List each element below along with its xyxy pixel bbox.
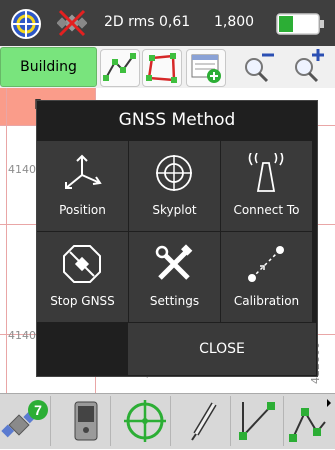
target-icon[interactable] — [10, 8, 42, 40]
option-label: Settings — [149, 294, 200, 308]
zoom-in-button[interactable] — [290, 49, 328, 85]
polyline-button[interactable] — [100, 49, 140, 87]
zoom-in-icon — [295, 49, 324, 83]
polygon-icon — [146, 53, 177, 83]
target-point-icon — [124, 400, 166, 442]
calibration-icon — [248, 246, 284, 282]
option-label: Position — [59, 203, 106, 217]
option-label: Calibration — [233, 294, 300, 308]
layer-button[interactable]: Building — [0, 47, 97, 87]
option-label: Connect To — [233, 203, 300, 217]
value-text: 1,800 — [214, 14, 255, 30]
line-point-icon — [239, 402, 275, 440]
skyplot-icon — [156, 155, 192, 191]
settings-tools-icon — [155, 244, 193, 280]
zoom-out-icon — [245, 53, 274, 83]
status-bar: 2D rms 0,61 1,800 — [0, 0, 335, 46]
option-stop-gnss[interactable]: Stop GNSS — [37, 232, 128, 322]
total-station-icon — [74, 401, 98, 441]
position-axes-icon — [65, 154, 102, 189]
bottom-toolbar: 7 — [0, 393, 335, 449]
option-connect-to[interactable]: Connect To — [221, 141, 312, 231]
antenna-icon — [248, 153, 284, 192]
option-label: Stop GNSS — [50, 294, 115, 308]
satellite-count-badge: 7 — [34, 402, 42, 418]
satellite-icon: 7 — [1, 400, 48, 438]
option-settings[interactable]: Settings — [129, 232, 220, 322]
satellite-button[interactable]: 7 — [0, 396, 51, 446]
polyline-icon — [103, 53, 136, 81]
target-point-button[interactable] — [120, 396, 171, 446]
map-coord-label: 4140 — [8, 329, 36, 342]
polygon-button[interactable] — [142, 49, 182, 87]
grid-line — [6, 88, 7, 393]
polyline-point-button[interactable] — [285, 396, 335, 446]
pen-icon — [191, 402, 217, 441]
zoom-out-button[interactable] — [240, 49, 278, 85]
option-position[interactable]: Position — [37, 141, 128, 231]
gnss-method-dialog: GNSS Method Position Skyplot Connect To … — [36, 100, 318, 377]
stop-gnss-icon — [63, 245, 101, 283]
add-layer-icon — [191, 54, 221, 83]
toolbar: Building — [0, 46, 335, 89]
option-skyplot[interactable]: Skyplot — [129, 141, 220, 231]
option-calibration[interactable]: Calibration — [221, 232, 312, 322]
no-satellite-icon[interactable] — [57, 8, 87, 38]
line-point-button[interactable] — [233, 396, 284, 446]
battery-icon — [276, 13, 324, 35]
polyline-point-icon — [289, 399, 331, 442]
map-coord-label: 4140 — [8, 163, 36, 176]
total-station-button[interactable] — [60, 396, 111, 446]
add-layer-button[interactable] — [186, 49, 226, 87]
pen-button[interactable] — [180, 396, 231, 446]
option-label: Skyplot — [152, 203, 197, 217]
dialog-title: GNSS Method — [118, 110, 236, 130]
close-button[interactable]: CLOSE — [128, 323, 316, 375]
rms-text: 2D rms 0,61 — [104, 14, 191, 30]
